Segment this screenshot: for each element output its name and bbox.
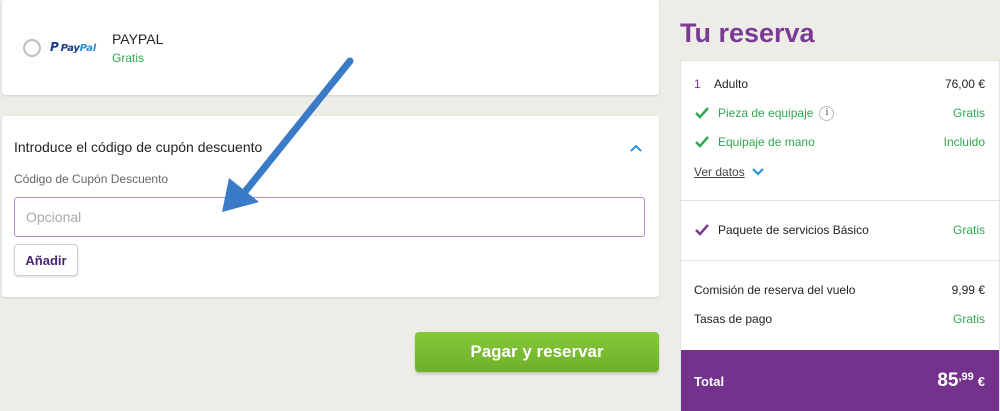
passenger-row: 1 Adulto 76,00 € xyxy=(694,75,985,93)
hand-luggage-label: Equipaje de mano xyxy=(718,135,815,149)
paypal-logo-pay: Pay xyxy=(60,43,80,54)
payment-option-paypal[interactable]: P PayPal PAYPAL Gratis xyxy=(2,0,659,95)
baggage-value: Gratis xyxy=(952,106,985,120)
booking-fee-value: 9,99 € xyxy=(951,283,985,297)
service-package-label: Paquete de servicios Básico xyxy=(718,223,869,237)
hand-luggage-row: Equipaje de mano Incluido xyxy=(694,133,985,151)
view-details-link[interactable]: Ver datos xyxy=(694,165,745,179)
total-bar: Total 85 ,99 € xyxy=(681,350,999,411)
chevron-up-icon[interactable] xyxy=(629,141,643,155)
booking-summary: 1 Adulto 76,00 € Pieza de equipaje i Gra… xyxy=(680,60,1000,411)
info-icon[interactable]: i xyxy=(819,105,835,121)
paypal-radio[interactable] xyxy=(23,39,41,57)
coupon-title: Introduce el código de cupón descuento xyxy=(14,139,263,155)
payment-fee-label: Tasas de pago xyxy=(694,312,773,326)
booking-fee-row: Comisión de reserva del vuelo 9,99 € xyxy=(694,281,985,299)
passenger-price: 76,00 € xyxy=(944,77,985,91)
divider xyxy=(681,260,999,261)
total-integer: 85 xyxy=(937,370,959,391)
booking-title: Tu reserva xyxy=(680,18,815,48)
view-details-row[interactable]: Ver datos xyxy=(694,163,985,181)
hand-luggage-value: Incluido xyxy=(943,135,985,149)
passenger-label: Adulto xyxy=(714,77,749,91)
paypal-p-icon: P xyxy=(50,40,59,54)
add-coupon-button[interactable]: Añadir xyxy=(14,244,78,276)
coupon-section: Introduce el código de cupón descuento C… xyxy=(2,116,659,297)
check-icon xyxy=(695,107,709,119)
paypal-price: Gratis xyxy=(112,51,145,65)
paypal-title: PAYPAL xyxy=(112,31,164,47)
check-icon xyxy=(695,224,709,236)
total-currency: € xyxy=(977,374,985,389)
total-label: Total xyxy=(694,373,725,389)
chevron-down-icon[interactable] xyxy=(751,167,765,177)
coupon-field-label: Código de Cupón Descuento xyxy=(14,172,169,186)
baggage-row: Pieza de equipaje i Gratis xyxy=(694,104,985,122)
paypal-logo: P PayPal xyxy=(50,40,96,54)
service-package-value: Gratis xyxy=(952,223,985,237)
baggage-label: Pieza de equipaje xyxy=(718,106,814,120)
pay-and-book-button[interactable]: Pagar y reservar xyxy=(415,332,659,372)
check-icon xyxy=(695,136,709,148)
service-package-row: Paquete de servicios Básico Gratis xyxy=(694,221,985,239)
coupon-input[interactable] xyxy=(14,197,645,237)
booking-fee-label: Comisión de reserva del vuelo xyxy=(694,283,856,297)
total-decimals: ,99 xyxy=(958,371,974,383)
divider xyxy=(681,200,999,201)
paypal-logo-pal: Pal xyxy=(79,43,96,54)
payment-fee-value: Gratis xyxy=(952,312,985,326)
payment-fee-row: Tasas de pago Gratis xyxy=(694,310,985,328)
passenger-count: 1 xyxy=(694,77,701,91)
total-amount: 85 ,99 € xyxy=(937,370,985,392)
